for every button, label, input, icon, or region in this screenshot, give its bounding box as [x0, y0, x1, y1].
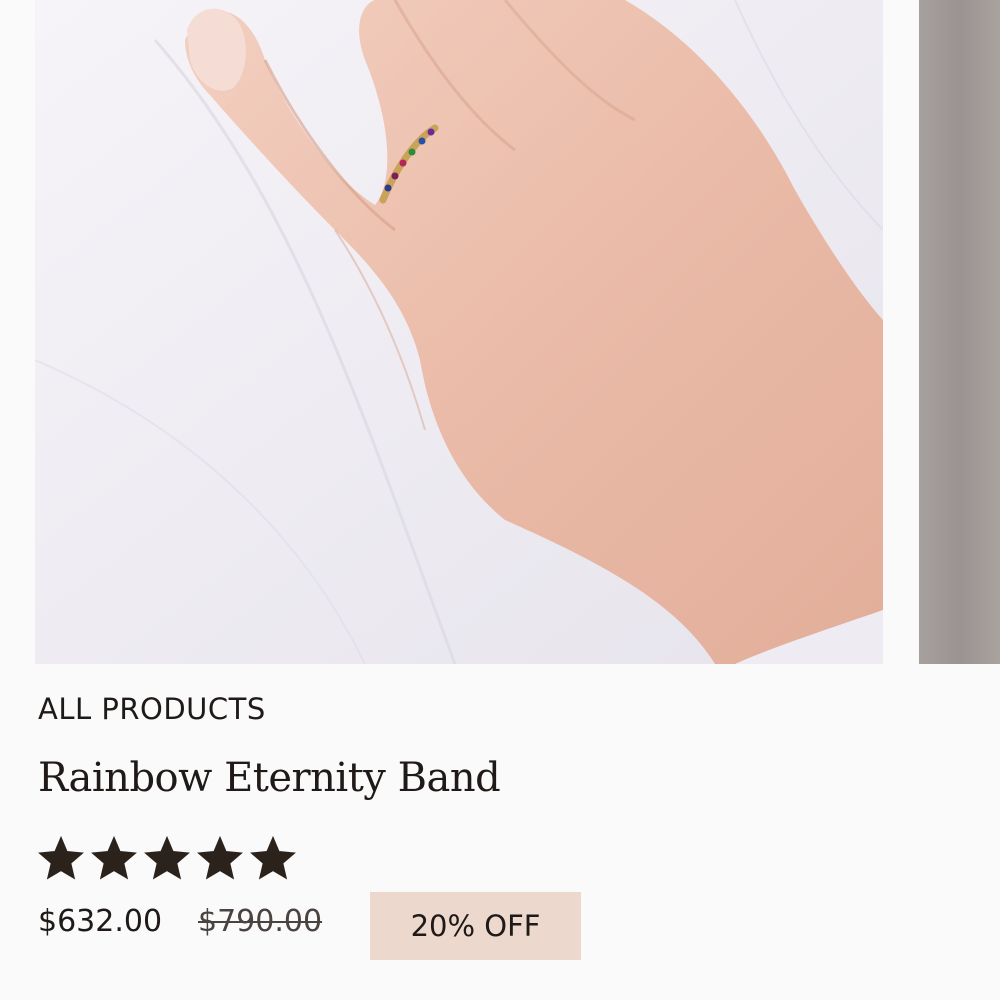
product-image-carousel[interactable]	[0, 0, 1000, 664]
hand-with-ring-illustration	[35, 0, 883, 664]
star-icon	[248, 833, 298, 883]
product-image-main[interactable]	[35, 0, 883, 664]
star-icon	[142, 833, 192, 883]
star-icon	[89, 833, 139, 883]
product-title: Rainbow Eternity Band	[38, 755, 501, 801]
star-icon	[36, 833, 86, 883]
breadcrumb-all-products[interactable]: ALL PRODUCTS	[38, 692, 266, 726]
price-current: $632.00	[38, 904, 163, 939]
discount-badge: 20% OFF	[370, 892, 581, 960]
price-row: $632.00 $790.00 20% OFF	[38, 892, 638, 960]
star-icon	[195, 833, 245, 883]
product-image-next[interactable]	[919, 0, 1000, 664]
product-page: ALL PRODUCTS Rainbow Eternity Band $632.…	[0, 0, 1000, 1000]
star-rating[interactable]	[36, 833, 298, 883]
price-original-strikethrough: $790.00	[198, 904, 323, 939]
